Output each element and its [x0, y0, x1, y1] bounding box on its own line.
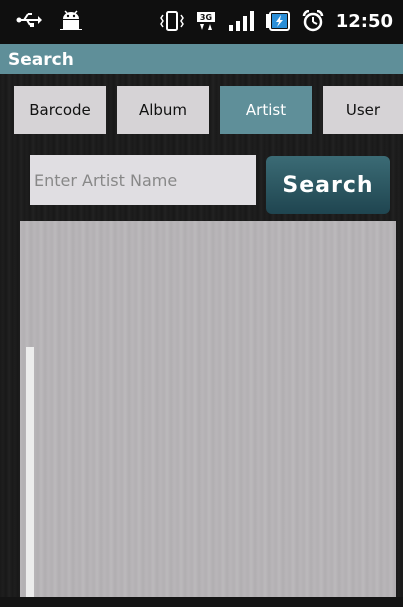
svg-text:3G: 3G: [200, 13, 212, 22]
usb-icon: [16, 11, 42, 29]
phone-screen: 3G 12:50 Search Barcode Album Artist Use…: [0, 0, 403, 607]
results-scrollbar[interactable]: [26, 347, 34, 605]
bottom-edge: [0, 597, 403, 607]
status-time: 12:50: [335, 10, 393, 32]
tab-user[interactable]: User: [323, 86, 403, 134]
vibrate-icon: [159, 11, 184, 31]
tab-barcode[interactable]: Barcode: [14, 86, 106, 134]
status-bar: 3G 12:50: [0, 0, 403, 44]
search-button[interactable]: Search: [266, 156, 390, 214]
search-type-tabs: Barcode Album Artist User: [14, 86, 403, 134]
network-3g-icon: 3G: [196, 11, 216, 31]
tab-artist[interactable]: Artist: [220, 86, 312, 134]
title-bar: Search: [0, 44, 403, 74]
battery-charging-icon: [265, 11, 290, 31]
artist-name-input[interactable]: [30, 155, 256, 205]
signal-icon: [228, 11, 254, 31]
page-title: Search: [8, 50, 74, 70]
tab-album[interactable]: Album: [117, 86, 209, 134]
android-debug-icon: [60, 10, 82, 30]
alarm-icon: [302, 10, 324, 32]
results-list[interactable]: [20, 221, 396, 597]
